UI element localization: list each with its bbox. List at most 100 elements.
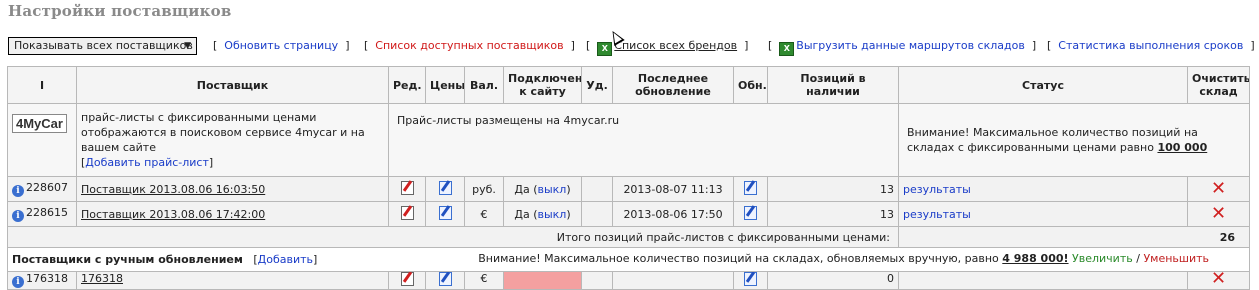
prices-cell bbox=[425, 271, 465, 290]
delete-cell bbox=[581, 201, 613, 227]
supplier-name-link[interactable]: Поставщик 2013.08.06 16:03:50 bbox=[81, 183, 265, 196]
select-value: Показывать всех поставщиков bbox=[14, 39, 193, 52]
manual-suppliers-row: Поставщики с ручным обновлением [Добавит… bbox=[7, 247, 1250, 272]
total-row: Итого позиций прайс-листов с фиксированн… bbox=[7, 226, 1250, 248]
col-connected: Подключен к сайту bbox=[503, 66, 582, 104]
supplier-name-cell: Поставщик 2013.08.06 17:42:00 bbox=[76, 201, 389, 227]
add-manual-supplier-link[interactable]: Добавить bbox=[258, 253, 313, 266]
col-clear: Очистить склад bbox=[1187, 66, 1250, 104]
toggle-off-link[interactable]: выкл bbox=[538, 183, 567, 196]
excel-icon: X bbox=[597, 42, 613, 56]
edit-icon[interactable] bbox=[400, 180, 414, 195]
currency-cell: руб. bbox=[464, 176, 504, 202]
manual-warning-text: Внимание! Максимальное количество позици… bbox=[478, 252, 999, 265]
toolbar: Показывать всех поставщиков ▼ [ Обновить… bbox=[8, 37, 1258, 56]
edit-cell bbox=[388, 201, 426, 227]
col-updated: Последнее обновление bbox=[612, 66, 734, 104]
mycar-description: прайс-листы с фиксированными ценами отоб… bbox=[81, 111, 365, 154]
delete-x-icon[interactable]: ✕ bbox=[1211, 178, 1226, 199]
col-id: I bbox=[7, 66, 77, 104]
manual-max-value: 4 988 000! bbox=[1002, 252, 1069, 265]
currency-cell: € bbox=[464, 201, 504, 227]
separator: / bbox=[1136, 252, 1140, 265]
refresh-cell bbox=[733, 271, 768, 290]
delete-x-icon[interactable]: ✕ bbox=[1211, 203, 1226, 224]
excel-icon: X bbox=[779, 42, 795, 56]
connected-cell bbox=[503, 271, 582, 290]
results-link[interactable]: результаты bbox=[903, 183, 971, 196]
refresh-cell bbox=[733, 176, 768, 202]
edit-icon[interactable] bbox=[400, 272, 414, 286]
stock-cell: 0 bbox=[767, 271, 899, 290]
manual-suppliers-title: Поставщики с ручным обновлением bbox=[12, 253, 243, 266]
increase-link[interactable]: Увеличить bbox=[1072, 252, 1133, 265]
mycar-placed-cell: Прайс-листы размещены на 4mycar.ru bbox=[388, 103, 899, 177]
clear-cell: ✕ bbox=[1187, 201, 1250, 227]
connected-cell: Да (выкл) bbox=[503, 201, 582, 227]
export-link-group: [ X Выгрузить данные маршрутов складов ] bbox=[768, 39, 1036, 56]
prices-edit-icon[interactable] bbox=[438, 180, 452, 195]
all-brands-link[interactable]: Список всех брендов bbox=[614, 39, 737, 52]
dropdown-arrow-icon: ▼ bbox=[184, 41, 191, 51]
refresh-icon[interactable] bbox=[744, 180, 757, 195]
results-link[interactable]: результаты bbox=[903, 208, 971, 221]
available-link-group: [ Список доступных поставщиков ] bbox=[364, 39, 575, 52]
prices-edit-icon[interactable] bbox=[438, 272, 452, 286]
mycar-max-value: 100 000 bbox=[1157, 141, 1208, 154]
mycar-warning-cell: Внимание! Максимальное количество позици… bbox=[898, 103, 1250, 177]
col-currency: Вал. bbox=[464, 66, 504, 104]
available-suppliers-link[interactable]: Список доступных поставщиков bbox=[375, 39, 563, 52]
supplier-row-partial: i 176318 176318 € 0 ✕ bbox=[7, 271, 1250, 290]
supplier-id-cell: i 228615 bbox=[7, 201, 77, 227]
supplier-name-cell: 176318 bbox=[76, 271, 389, 290]
add-price-list-link[interactable]: Добавить прайс-лист bbox=[85, 156, 209, 169]
delete-x-icon[interactable]: ✕ bbox=[1211, 273, 1226, 289]
mycar-placed-text: Прайс-листы размещены на 4mycar.ru bbox=[397, 114, 620, 127]
info-icon[interactable]: i bbox=[12, 185, 24, 197]
stats-link[interactable]: Статистика выполнения сроков bbox=[1058, 39, 1243, 52]
manual-warning: Внимание! Максимальное количество позици… bbox=[478, 252, 1209, 265]
info-icon[interactable]: i bbox=[12, 210, 24, 222]
col-status: Статус bbox=[898, 66, 1188, 104]
decrease-link[interactable]: Уменьшить bbox=[1143, 252, 1209, 265]
connected-value: Да bbox=[514, 207, 530, 221]
manual-suppliers-cell: Поставщики с ручным обновлением [Добавит… bbox=[7, 247, 1250, 272]
mycar-row: 4MyCar прайс-листы с фиксированными цена… bbox=[7, 103, 1250, 177]
supplier-id: 228607 bbox=[26, 181, 68, 194]
supplier-name-cell: Поставщик 2013.08.06 16:03:50 bbox=[76, 176, 389, 202]
prices-cell bbox=[425, 201, 465, 227]
mycar-warning-text: Внимание! Максимальное количество позици… bbox=[907, 126, 1198, 154]
info-icon[interactable]: i bbox=[12, 276, 24, 288]
refresh-cell bbox=[733, 201, 768, 227]
stock-cell: 13 bbox=[767, 201, 899, 227]
clear-cell: ✕ bbox=[1187, 176, 1250, 202]
updated-cell: 2013-08-06 17:50 bbox=[612, 201, 734, 227]
status-cell: результаты bbox=[898, 176, 1188, 202]
supplier-filter-select[interactable]: Показывать всех поставщиков ▼ bbox=[8, 37, 197, 55]
supplier-id: 228615 bbox=[26, 206, 68, 219]
col-refresh: Обн. bbox=[733, 66, 768, 104]
supplier-name-link[interactable]: Поставщик 2013.08.06 17:42:00 bbox=[81, 208, 265, 221]
col-delete: Уд. bbox=[581, 66, 613, 104]
col-stock: Позиций в наличии bbox=[767, 66, 899, 104]
toggle-off-link[interactable]: выкл bbox=[538, 208, 567, 221]
total-label: Итого позиций прайс-листов с фиксированн… bbox=[7, 226, 899, 248]
suppliers-table: I Поставщик Ред. Цены Вал. Подключен к с… bbox=[7, 66, 1250, 290]
connected-cell: Да (выкл) bbox=[503, 176, 582, 202]
export-routes-link[interactable]: Выгрузить данные маршрутов складов bbox=[796, 39, 1025, 52]
refresh-page-link[interactable]: Обновить страницу bbox=[224, 39, 338, 52]
updated-cell: 2013-08-07 11:13 bbox=[612, 176, 734, 202]
stats-link-group: [ Статистика выполнения сроков ] bbox=[1047, 39, 1255, 52]
mycar-logo: 4MyCar bbox=[12, 114, 67, 133]
refresh-icon[interactable] bbox=[744, 272, 757, 286]
refresh-icon[interactable] bbox=[744, 205, 757, 220]
col-edit: Ред. bbox=[388, 66, 426, 104]
prices-cell bbox=[425, 176, 465, 202]
col-supplier: Поставщик bbox=[76, 66, 389, 104]
total-value: 26 bbox=[898, 226, 1250, 248]
status-cell bbox=[898, 271, 1188, 290]
mycar-logo-cell: 4MyCar bbox=[7, 103, 77, 177]
prices-edit-icon[interactable] bbox=[438, 205, 452, 220]
supplier-row: i 228607 Поставщик 2013.08.06 16:03:50 ру… bbox=[7, 176, 1250, 202]
edit-icon[interactable] bbox=[400, 205, 414, 220]
